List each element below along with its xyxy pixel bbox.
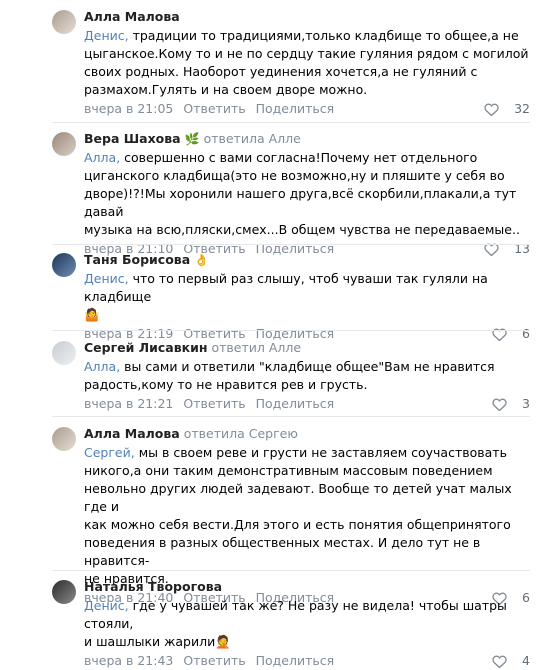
comment-text-line: как можно себя вести.Для этого и есть по… [84,516,530,534]
like-count: 4 [522,653,530,668]
reply-addressee-link[interactable]: Сергей, [84,445,135,460]
comment-text-segment: совершенно с вами согласна!Почему нет от… [124,150,478,165]
comment-text: Алла, вы сами и ответили "кладбище общее… [84,358,530,394]
reply-addressee-link[interactable]: Алла, [84,150,120,165]
share-button[interactable]: Поделиться [256,653,335,668]
comment-text-segment: размахом.Гулять и на своем дворе можно. [84,82,368,97]
comment-meta: вчера в 21:05 Ответить Поделиться 32 [84,100,530,118]
comment-text: Денис, где у чувашей так же? Не разу не … [84,597,530,651]
comment-text-segment: поведения в разных общественных местах. … [84,535,481,568]
like-count: 32 [514,101,530,116]
comment-author[interactable]: Наталья Творогова [84,579,222,594]
like-button[interactable]: 32 [484,100,530,118]
comment-time[interactable]: вчера в 21:21 [84,396,173,411]
comment-text-segment: дворе)!?!Мы хоронили нашего друга,всё ск… [84,186,517,219]
comment-text-line: поведения в разных общественных местах. … [84,534,530,570]
comment-text-line: своих родных. Наоборот уединения хочется… [84,63,530,81]
comment-author[interactable]: Сергей Лисавкин [84,340,208,355]
reply-button[interactable]: Ответить [183,101,245,116]
avatar[interactable] [52,427,76,451]
comment-divider [52,122,530,123]
comment-text-line: Алла, совершенно с вами согласна!Почему … [84,149,530,167]
reply-addressee-link[interactable]: Денис, [84,28,129,43]
comment-text-segment: невольно других людей задевают. Вообще т… [84,481,512,514]
comment-author[interactable]: Алла Малова [84,426,180,441]
comment-text-line: музыка на всю,пляски,смех...В общем чувс… [84,221,530,239]
comment-text-segment: цыганское.Кому то и не по сердцу такие г… [84,46,529,61]
avatar[interactable] [52,341,76,365]
reply-to-label[interactable]: ответил Алле [211,340,301,355]
reply-button[interactable]: Ответить [183,653,245,668]
comment-text-line: радость,кому то не нравится рев и грусть… [84,376,530,394]
comment-text-line: циганского кладбища(это не возможно,ну и… [84,167,530,185]
avatar[interactable] [52,10,76,34]
comment-text-line: 🤷 [84,306,530,324]
author-status-emoji: 🌿 [184,132,200,146]
comment-text: Сергей, мы в своем реве и грусти не заст… [84,444,530,588]
comment-text-line: дворе)!?!Мы хоронили нашего друга,всё ск… [84,185,530,221]
comment-meta: вчера в 21:21 Ответить Поделиться 3 [84,395,530,413]
share-button[interactable]: Поделиться [256,396,335,411]
comment-text-segment: что то первый раз слышу, чтоб чуваши так… [84,271,488,304]
comment-text: Денис, традиции то традициями,только кла… [84,27,530,99]
comment-time[interactable]: вчера в 21:05 [84,101,173,116]
comment-text-segment: где у чувашей так же? Не разу не видела!… [84,598,507,631]
comment-divider [52,416,530,417]
avatar[interactable] [52,132,76,156]
heart-icon [492,655,507,668]
like-button[interactable]: 3 [492,395,530,413]
comment-text-line: размахом.Гулять и на своем дворе можно. [84,81,530,99]
comment-text-line: Алла, вы сами и ответили "кладбище общее… [84,358,530,376]
comment-text-segment: никого,а они таким демонстративным массо… [84,463,493,478]
comment-text-segment: 🤷 [84,307,100,322]
comments-list: Алла Малова Денис, традиции то традициями… [0,0,542,668]
comment-text-segment: мы в своем реве и грусти не заставляем с… [138,445,507,460]
comment-author[interactable]: Вера Шахова [84,131,181,146]
comment-text-segment: вы сами и ответили "кладбище общее"Вам н… [124,359,495,374]
heart-icon [492,398,507,411]
comment-time[interactable]: вчера в 21:43 [84,653,173,668]
avatar[interactable] [52,253,76,277]
like-count: 3 [522,396,530,411]
comment-author[interactable]: Алла Малова [84,9,180,24]
like-button[interactable]: 4 [492,652,530,670]
comment-text-segment: музыка на всю,пляски,смех...В общем чувс… [84,222,520,237]
comment-divider [52,330,530,331]
comment-text-segment: и шашлыки жарили🤦 [84,634,231,649]
comment-text-segment: своих родных. Наоборот уединения хочется… [84,64,478,79]
reply-addressee-link[interactable]: Алла, [84,359,120,374]
share-button[interactable]: Поделиться [256,101,335,116]
comment-text-segment: радость,кому то не нравится рев и грусть… [84,377,368,392]
reply-to-label[interactable]: ответила Сергею [184,426,298,441]
comment-text-line: цыганское.Кому то и не по сердцу такие г… [84,45,530,63]
comment-text-line: и шашлыки жарили🤦 [84,633,530,651]
avatar[interactable] [52,580,76,604]
comment-text-line: Денис, традиции то традициями,только кла… [84,27,530,45]
comment-text-segment: как можно себя вести.Для этого и есть по… [84,517,511,532]
comment-text-line: Денис, где у чувашей так же? Не разу не … [84,597,530,633]
reply-addressee-link[interactable]: Денис, [84,598,129,613]
reply-to-label[interactable]: ответила Алле [204,131,301,146]
comment-text-line: Сергей, мы в своем реве и грусти не заст… [84,444,530,462]
comment-meta: вчера в 21:43 Ответить Поделиться 4 [84,652,530,670]
comment-text-segment: традиции то традициями,только кладбище т… [132,28,519,43]
comment-author[interactable]: Таня Борисова [84,252,190,267]
comment-divider [52,570,530,571]
heart-icon [484,103,499,116]
reply-button[interactable]: Ответить [183,396,245,411]
comment-text: Денис, что то первый раз слышу, чтоб чув… [84,270,530,324]
comment-text-line: никого,а они таким демонстративным массо… [84,462,530,480]
reply-addressee-link[interactable]: Денис, [84,271,129,286]
comment-text: Алла, совершенно с вами согласна!Почему … [84,149,530,239]
comment-text-line: Денис, что то первый раз слышу, чтоб чув… [84,270,530,306]
comment-text-line: невольно других людей задевают. Вообще т… [84,480,530,516]
author-status-emoji: 👌 [194,253,210,267]
comment-text-segment: циганского кладбища(это не возможно,ну и… [84,168,505,183]
comment-divider [52,244,530,245]
